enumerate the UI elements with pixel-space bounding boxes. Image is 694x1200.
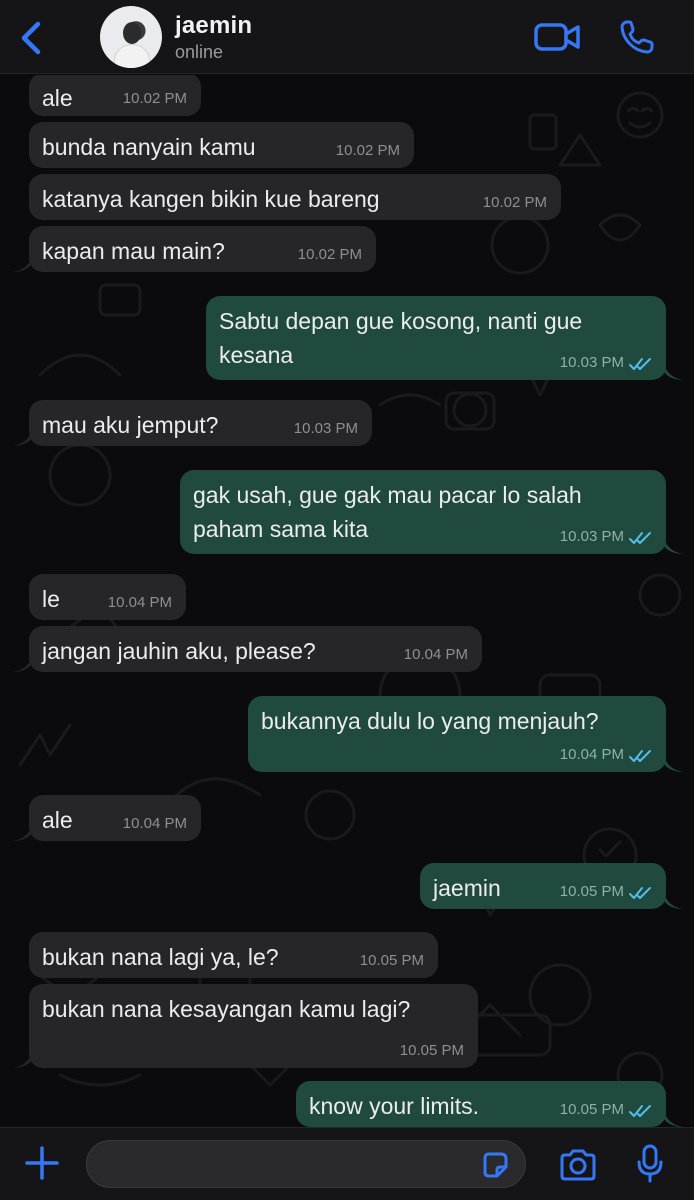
contact-status: online xyxy=(175,42,224,62)
chevron-left-icon[interactable] xyxy=(14,18,50,58)
message-timestamp: 10.03 PM xyxy=(559,528,624,545)
message-text: bunda nanyain kamu xyxy=(42,134,256,160)
bubble-tail xyxy=(664,538,684,554)
message-timestamp: 10.05 PM xyxy=(359,952,424,969)
message-timestamp: 10.04 PM xyxy=(122,815,187,832)
message-timestamp: 10.03 PM xyxy=(559,354,624,371)
message-text: know your limits. xyxy=(309,1093,479,1119)
message-timestamp: 10.04 PM xyxy=(559,746,624,763)
message-text: jaemin xyxy=(433,875,501,901)
bubble-tail xyxy=(12,1052,32,1068)
message-text: bukan nana kesayangan kamu lagi? xyxy=(42,996,411,1022)
incoming-message-bubble[interactable]: kapan mau main? 10.02 PM xyxy=(29,226,376,272)
bubble-tail xyxy=(12,656,32,672)
read-receipt-icon xyxy=(629,750,651,762)
incoming-message-bubble[interactable]: le 10.04 PM xyxy=(29,574,186,620)
message-text: jangan jauhin aku, please? xyxy=(42,638,316,664)
message-text: mau aku jemput? xyxy=(42,412,219,438)
chat-area[interactable]: ale 10.02 PM bunda nanyain kamu 10.02 PM kat… xyxy=(0,75,694,1127)
incoming-message-bubble[interactable]: jangan jauhin aku, please? 10.04 PM xyxy=(29,626,482,672)
message-timestamp: 10.02 PM xyxy=(297,246,362,263)
avatar[interactable] xyxy=(100,6,162,68)
outgoing-message-bubble[interactable]: bukannya dulu lo yang menjauh? 10.04 PM xyxy=(248,696,666,772)
incoming-message-bubble[interactable]: katanya kangen bikin kue bareng 10.02 PM xyxy=(29,174,561,220)
phone-icon[interactable] xyxy=(618,18,656,56)
bubble-tail xyxy=(12,256,32,272)
message-text: le xyxy=(42,586,60,612)
message-timestamp: 10.03 PM xyxy=(293,420,358,437)
read-receipt-icon xyxy=(629,1105,651,1117)
message-input[interactable] xyxy=(86,1140,526,1188)
outgoing-message-bubble[interactable]: jaemin 10.05 PM xyxy=(420,863,666,909)
message-timestamp: 10.02 PM xyxy=(335,142,400,159)
bubble-tail xyxy=(664,1111,684,1127)
bubble-tail xyxy=(12,430,32,446)
message-text: ale xyxy=(42,807,73,833)
message-timestamp: 10.02 PM xyxy=(122,90,187,107)
message-text: ale xyxy=(42,85,73,111)
outgoing-message-bubble[interactable]: gak usah, gue gak mau pacar lo salah pah… xyxy=(180,470,666,554)
microphone-icon[interactable] xyxy=(636,1144,664,1184)
composer-bar xyxy=(0,1127,694,1200)
video-camera-icon[interactable] xyxy=(533,20,581,54)
camera-icon[interactable] xyxy=(558,1148,598,1182)
bubble-tail xyxy=(664,364,684,380)
outgoing-message-bubble[interactable]: know your limits. 10.05 PM xyxy=(296,1081,666,1127)
read-receipt-icon xyxy=(629,358,651,370)
bubble-tail xyxy=(664,893,684,909)
message-text: Sabtu depan gue kosong, nanti gue kesana xyxy=(219,308,583,368)
message-text: kapan mau main? xyxy=(42,238,225,264)
bubble-tail xyxy=(664,756,684,772)
read-receipt-icon xyxy=(629,887,651,899)
outgoing-message-bubble[interactable]: Sabtu depan gue kosong, nanti gue kesana… xyxy=(206,296,666,380)
message-text: gak usah, gue gak mau pacar lo salah pah… xyxy=(193,482,582,542)
message-timestamp: 10.05 PM xyxy=(559,883,624,900)
message-timestamp: 10.04 PM xyxy=(107,594,172,611)
sticker-icon[interactable] xyxy=(480,1150,510,1180)
incoming-message-bubble[interactable]: bukan nana lagi ya, le? 10.05 PM xyxy=(29,932,438,978)
bubble-tail xyxy=(12,825,32,841)
message-text: bukan nana lagi ya, le? xyxy=(42,944,279,970)
plus-icon[interactable] xyxy=(24,1145,60,1181)
incoming-message-bubble[interactable]: bukan nana kesayangan kamu lagi? 10.05 PM xyxy=(29,984,478,1068)
message-timestamp: 10.05 PM xyxy=(559,1101,624,1118)
incoming-message-bubble[interactable]: ale 10.02 PM xyxy=(29,75,201,116)
contact-name[interactable]: jaemin xyxy=(175,12,252,40)
incoming-message-bubble[interactable]: mau aku jemput? 10.03 PM xyxy=(29,400,372,446)
chat-header: jaemin online xyxy=(0,0,694,74)
message-text: katanya kangen bikin kue bareng xyxy=(42,186,380,212)
incoming-message-bubble[interactable]: ale 10.04 PM xyxy=(29,795,201,841)
message-timestamp: 10.02 PM xyxy=(482,194,547,211)
message-text: bukannya dulu lo yang menjauh? xyxy=(261,708,599,734)
message-timestamp: 10.05 PM xyxy=(399,1042,464,1059)
message-timestamp: 10.04 PM xyxy=(403,646,468,663)
incoming-message-bubble[interactable]: bunda nanyain kamu 10.02 PM xyxy=(29,122,414,168)
read-receipt-icon xyxy=(629,532,651,544)
